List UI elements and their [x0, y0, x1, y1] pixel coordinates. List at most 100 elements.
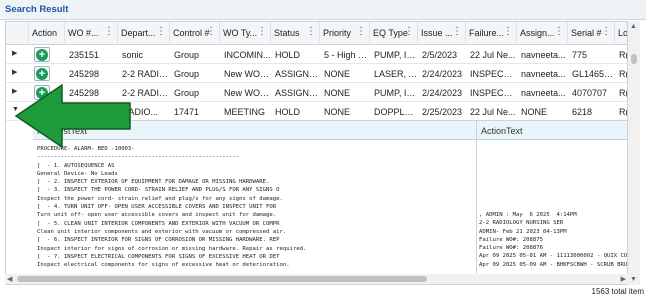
- vertical-scrollbar[interactable]: ▲ ▼: [628, 21, 640, 285]
- scroll-left-icon[interactable]: ◀: [7, 275, 12, 283]
- cell-status: ASSIGNE...: [275, 88, 320, 98]
- vertical-scroll-thumb[interactable]: [631, 54, 637, 64]
- cell-status: HOLD: [275, 50, 301, 60]
- cell-priority: NONE: [324, 107, 351, 117]
- cell-location: R(: [619, 50, 628, 60]
- header-location-label: Lo: [618, 28, 628, 38]
- cell-eq-type: PUMP, IN...: [374, 50, 418, 60]
- cell-priority: 5 - High Risk: [324, 50, 370, 60]
- column-menu-icon[interactable]: ⋮: [404, 26, 414, 37]
- header-department-label: Depart...: [121, 28, 156, 38]
- column-menu-icon[interactable]: ⋮: [257, 26, 267, 37]
- column-menu-icon[interactable]: ⋮: [306, 26, 316, 37]
- green-arrow-annotation: [14, 83, 131, 149]
- column-menu-icon[interactable]: ⋮: [554, 26, 564, 37]
- header-wo-type[interactable]: WO Ty... ⋮: [220, 22, 271, 45]
- cell-failure: 22 Jul Ne...: [470, 107, 516, 117]
- column-menu-icon[interactable]: ⋮: [452, 26, 462, 37]
- cell-failure: INSPECTI...: [470, 69, 517, 79]
- action-text-body: , ADMIN : May 6 2025 4:14PM 2-2 RADIOLOG…: [479, 212, 628, 268]
- scroll-up-icon[interactable]: ▲: [630, 23, 637, 30]
- results-header: Search Result: [0, 0, 646, 20]
- cell-serial: 775: [572, 50, 588, 60]
- cell-assign: navneeta...: [521, 50, 566, 60]
- grid-header-row: Action WO #... ⋮ Depart... ⋮ Control # ⋮ WO…: [6, 22, 628, 45]
- cell-serial: 4070707: [572, 88, 608, 98]
- cell-wo-number: 245298: [69, 69, 100, 79]
- header-serial[interactable]: Serial # ⋮: [568, 22, 615, 45]
- cell-department: sonic: [122, 50, 144, 60]
- cell-control-number: Group: [174, 88, 200, 98]
- cell-status: HOLD: [275, 107, 301, 117]
- column-menu-icon[interactable]: ⋮: [104, 26, 114, 37]
- detail-divider: [476, 121, 477, 284]
- horizontal-scrollbar[interactable]: ◀ ▶: [5, 274, 628, 284]
- header-eq-type-label: EQ Type: [373, 28, 408, 38]
- header-serial-label: Serial #: [571, 28, 602, 38]
- cell-eq-type: PUMP, IN...: [374, 88, 418, 98]
- cell-wo-type: New WO T...: [224, 69, 271, 79]
- header-department[interactable]: Depart... ⋮: [118, 22, 170, 45]
- expand-arrow-icon[interactable]: ▶: [12, 68, 17, 76]
- header-failure[interactable]: Failure... ⋮: [466, 22, 517, 45]
- column-menu-icon[interactable]: ⋮: [206, 26, 216, 37]
- cell-failure: 22 Jul Ne...: [470, 50, 516, 60]
- cell-status: ASSIGNE...: [275, 69, 320, 79]
- cell-location: R(: [619, 88, 628, 98]
- cell-serial: GL14657C...: [572, 69, 615, 79]
- header-assign[interactable]: Assign... ⋮: [517, 22, 568, 45]
- add-circle-icon: +: [36, 49, 48, 61]
- column-menu-icon[interactable]: ⋮: [503, 26, 513, 37]
- cell-wo-type: New WO T...: [224, 88, 271, 98]
- table-row[interactable]: ▶ + 235151 sonic Group INCOMIN... HOLD 5…: [6, 45, 628, 64]
- header-assign-label: Assign...: [520, 28, 555, 38]
- header-status-label: Status: [274, 28, 300, 38]
- header-wo-type-label: WO Ty...: [223, 28, 258, 38]
- column-menu-icon[interactable]: ⋮: [356, 26, 366, 37]
- cell-assign: NONE: [521, 107, 548, 117]
- cell-issue: 2/24/2023: [422, 69, 463, 79]
- header-control-number-label: Control #: [173, 28, 210, 38]
- cell-serial: 6218: [572, 107, 593, 117]
- cell-control-number: Group: [174, 50, 200, 60]
- cell-assign: navneeta...: [521, 69, 566, 79]
- horizontal-scroll-thumb[interactable]: [17, 276, 427, 282]
- table-row[interactable]: ▶ + 245298 2-2 RADIO... Group New WO T..…: [6, 64, 627, 83]
- add-circle-icon: +: [36, 68, 48, 80]
- cell-eq-type: LASER, A...: [374, 69, 418, 79]
- page-title: Search Result: [5, 4, 69, 15]
- header-action[interactable]: Action: [29, 22, 65, 45]
- cell-issue: 2/5/2023: [422, 50, 458, 60]
- action-text-header: ActionText: [481, 126, 523, 136]
- request-text-body: PROCEDURE- ALARM- BED -10003- ----------…: [37, 146, 307, 269]
- add-button[interactable]: +: [34, 47, 50, 62]
- expand-arrow-icon[interactable]: ▶: [12, 49, 17, 57]
- header-priority-label: Priority: [323, 28, 352, 38]
- cell-priority: NONE: [324, 88, 351, 98]
- column-menu-icon[interactable]: ⋮: [156, 26, 166, 37]
- cell-issue: 2/25/2023: [422, 107, 463, 117]
- cell-priority: NONE: [324, 69, 351, 79]
- cell-wo-number: 235151: [69, 50, 100, 60]
- scroll-down-icon[interactable]: ▼: [630, 276, 637, 283]
- cell-eq-type: DOPPLER...: [374, 107, 418, 117]
- cell-location: R(: [619, 107, 628, 117]
- add-button[interactable]: +: [34, 66, 50, 81]
- header-control-number[interactable]: Control # ⋮: [170, 22, 220, 45]
- cell-department: 2-2 RADIO...: [122, 69, 170, 79]
- header-eq-type[interactable]: EQ Type ⋮: [370, 22, 418, 45]
- header-status[interactable]: Status ⋮: [271, 22, 320, 45]
- cell-control-number: Group: [174, 69, 200, 79]
- header-expander-col: [6, 22, 29, 45]
- cell-wo-type: INCOMIN...: [224, 50, 271, 60]
- header-wo-number-label: WO #...: [68, 28, 99, 38]
- header-issue[interactable]: Issue ... ⋮: [418, 22, 466, 45]
- header-priority[interactable]: Priority ⋮: [320, 22, 370, 45]
- column-menu-icon[interactable]: ⋮: [601, 26, 611, 37]
- cell-issue: 2/24/2023: [422, 88, 463, 98]
- total-items-count: 1563 total item: [591, 287, 644, 296]
- scroll-right-icon[interactable]: ▶: [621, 275, 626, 283]
- header-wo-number[interactable]: WO #... ⋮: [65, 22, 118, 45]
- header-location[interactable]: Lo: [615, 22, 628, 45]
- cell-failure: INSPECTI...: [470, 88, 517, 98]
